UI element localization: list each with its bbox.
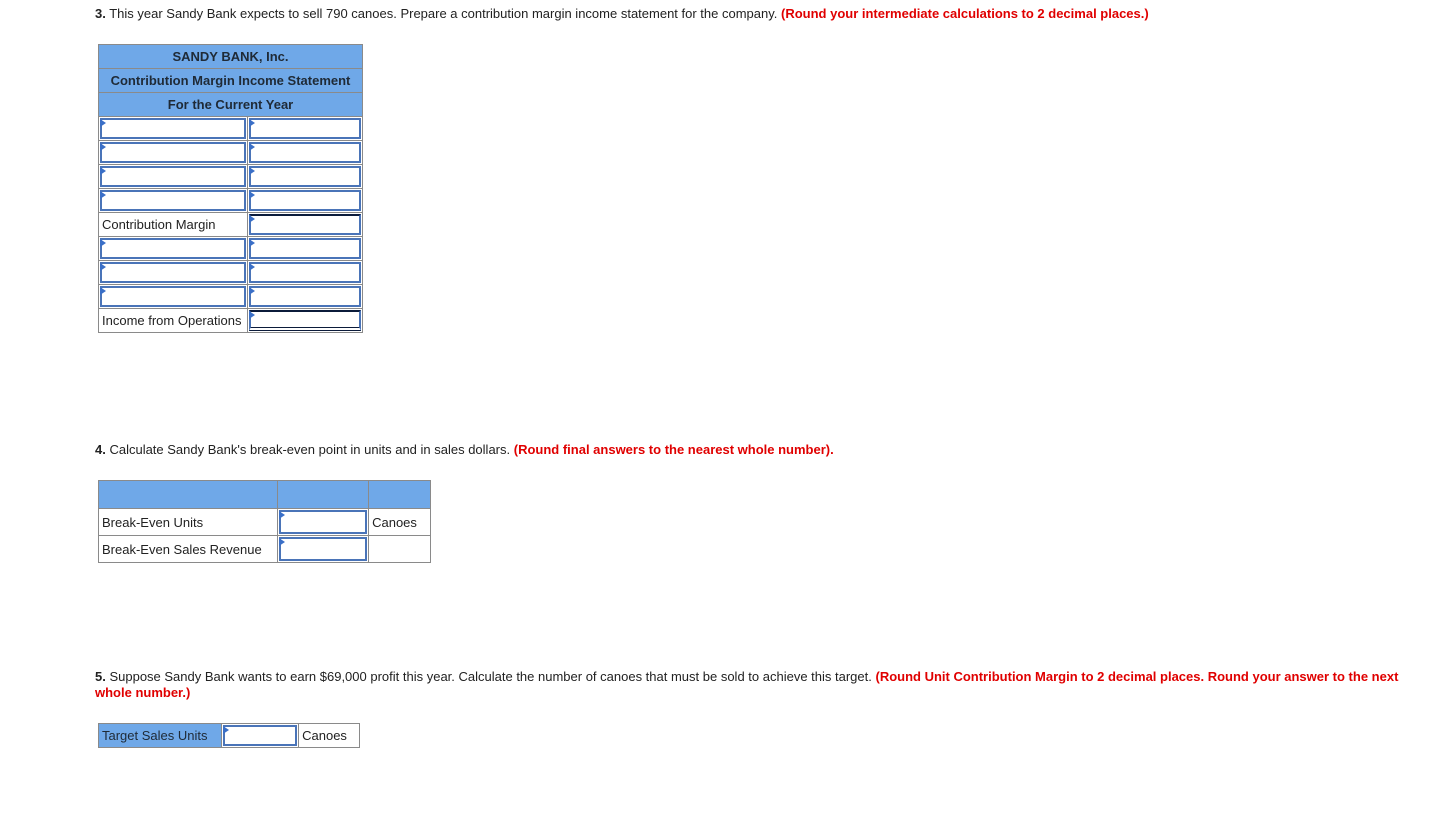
statement-row: [98, 260, 364, 285]
break-even-sales-row: Break-Even Sales Revenue: [98, 535, 431, 563]
line-item-input[interactable]: [99, 261, 247, 284]
line-item-select[interactable]: [98, 260, 248, 285]
line-item-select[interactable]: [98, 164, 248, 189]
break-even-units-cell[interactable]: [276, 508, 370, 536]
question-text: Calculate Sandy Bank's break-even point …: [105, 442, 514, 457]
question-5-prompt: 5. Suppose Sandy Bank wants to earn $69,…: [95, 669, 1425, 701]
question-number: 4.: [95, 442, 106, 457]
target-sales-cell[interactable]: [220, 723, 300, 748]
statement-row: [98, 236, 364, 261]
income-from-operations-input[interactable]: [247, 309, 362, 332]
statement-row: [98, 116, 364, 141]
line-item-select[interactable]: [98, 140, 248, 165]
contribution-margin-input[interactable]: [247, 213, 362, 236]
amount-input[interactable]: [247, 189, 362, 212]
question-3-prompt: 3. This year Sandy Bank expects to sell …: [95, 6, 1149, 22]
line-item-input[interactable]: [99, 165, 247, 188]
statement-period: For the Current Year: [98, 92, 363, 117]
header-cell: [276, 480, 370, 509]
income-from-operations-label: Income from Operations: [98, 308, 248, 333]
question-text: This year Sandy Bank expects to sell 790…: [105, 6, 781, 21]
statement-row: [98, 188, 364, 213]
amount-input[interactable]: [247, 117, 362, 140]
break-even-sales-input[interactable]: [277, 536, 369, 562]
target-sales-label: Target Sales Units: [98, 723, 222, 748]
amount-cell[interactable]: [246, 260, 364, 285]
amount-cell[interactable]: [246, 164, 364, 189]
amount-input[interactable]: [247, 261, 362, 284]
question-number: 5.: [95, 669, 106, 684]
income-from-operations-row: Income from Operations: [98, 308, 364, 333]
contribution-margin-row: Contribution Margin: [98, 212, 364, 237]
income-from-operations-cell[interactable]: [246, 308, 364, 333]
line-item-input[interactable]: [99, 285, 247, 308]
contribution-margin-label: Contribution Margin: [98, 212, 248, 237]
statement-row: [98, 140, 364, 165]
break-even-sales-cell[interactable]: [276, 535, 370, 563]
line-item-select[interactable]: [98, 116, 248, 141]
line-item-select[interactable]: [98, 284, 248, 309]
unit-label: Canoes: [298, 723, 360, 748]
amount-cell[interactable]: [246, 188, 364, 213]
break-even-units-input[interactable]: [277, 509, 369, 535]
amount-input[interactable]: [247, 237, 362, 260]
rounding-hint: (Round your intermediate calculations to…: [781, 6, 1149, 21]
break-even-units-row: Break-Even Units Canoes: [98, 508, 431, 536]
break-even-sales-label: Break-Even Sales Revenue: [98, 535, 278, 563]
amount-cell[interactable]: [246, 284, 364, 309]
amount-input[interactable]: [247, 141, 362, 164]
header-cell: [368, 480, 431, 509]
statement-title: Contribution Margin Income Statement: [98, 68, 363, 93]
company-name: SANDY BANK, Inc.: [98, 44, 363, 69]
line-item-select[interactable]: [98, 236, 248, 261]
line-item-input[interactable]: [99, 141, 247, 164]
line-item-input[interactable]: [99, 189, 247, 212]
target-sales-table: Target Sales Units Canoes: [98, 723, 360, 748]
amount-cell[interactable]: [246, 236, 364, 261]
header-cell: [98, 480, 278, 509]
rounding-hint: (Round final answers to the nearest whol…: [513, 442, 834, 457]
amount-cell[interactable]: [246, 116, 364, 141]
question-4-prompt: 4. Calculate Sandy Bank's break-even poi…: [95, 442, 834, 458]
income-statement-table: SANDY BANK, Inc. Contribution Margin Inc…: [98, 44, 364, 333]
amount-input[interactable]: [247, 285, 362, 308]
question-text: Suppose Sandy Bank wants to earn $69,000…: [105, 669, 876, 684]
line-item-select[interactable]: [98, 188, 248, 213]
amount-cell[interactable]: [246, 140, 364, 165]
unit-label: [368, 535, 431, 563]
break-even-units-label: Break-Even Units: [98, 508, 278, 536]
statement-row: [98, 164, 364, 189]
target-sales-row: Target Sales Units Canoes: [98, 723, 360, 748]
unit-label: Canoes: [368, 508, 431, 536]
break-even-header-row: [98, 480, 431, 509]
line-item-input[interactable]: [99, 237, 247, 260]
line-item-input[interactable]: [99, 117, 247, 140]
target-sales-input[interactable]: [221, 724, 299, 747]
statement-row: [98, 284, 364, 309]
break-even-table: Break-Even Units Canoes Break-Even Sales…: [98, 480, 431, 563]
contribution-margin-cell[interactable]: [246, 212, 364, 237]
question-number: 3.: [95, 6, 106, 21]
amount-input[interactable]: [247, 165, 362, 188]
